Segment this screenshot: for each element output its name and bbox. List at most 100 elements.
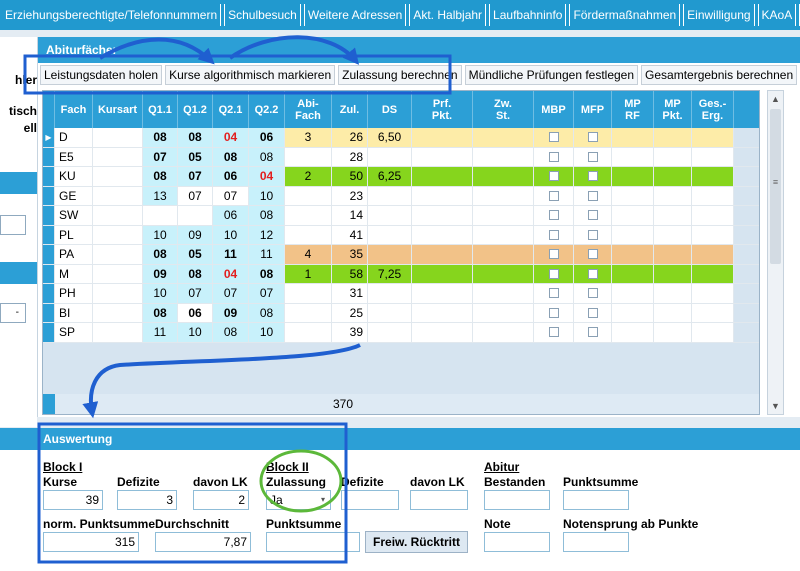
cell-mp-pkt[interactable] [654,225,692,244]
cell-mp-pkt[interactable] [654,167,692,186]
cell-ges-erg[interactable] [692,245,734,264]
freiw-ruecktritt-button[interactable]: Freiw. Rücktritt [365,531,468,553]
cell-grade[interactable]: 06 [178,303,213,322]
table-row[interactable]: E5 07 05 08 08 28 [43,147,759,167]
cell-fach[interactable]: KU [55,167,93,186]
cell-mp-rf[interactable] [612,284,654,303]
cell-ges-erg[interactable] [692,323,734,342]
norm-punktsumme-field[interactable]: 315 [43,532,139,552]
cell-mp-rf[interactable] [612,225,654,244]
cell-grade[interactable]: 07 [178,186,213,205]
cell-mfp[interactable] [574,167,612,186]
cell-mbp[interactable] [534,206,574,225]
cell-mfp[interactable] [574,264,612,283]
cell-mfp[interactable] [574,147,612,166]
cell-zul[interactable]: 41 [332,225,368,244]
cell-grade[interactable]: 08 [249,147,285,166]
cell-mp-pkt[interactable] [654,128,692,147]
cell-grade[interactable]: 04 [249,167,285,186]
column-header-zw[interactable]: Zw. St. [473,91,534,128]
row-selector[interactable] [43,303,55,322]
column-header-kursart[interactable]: Kursart [93,91,143,128]
table-row[interactable]: GE 13 07 07 10 23 [43,186,759,206]
cell-zw[interactable] [473,225,534,244]
cell-zul[interactable]: 26 [332,128,368,147]
column-header-q21[interactable]: Q2.1 [213,91,249,128]
cell-mfp[interactable] [574,245,612,264]
cell-grade[interactable]: 09 [143,264,178,283]
column-header-fach[interactable]: Fach [55,91,93,128]
table-row[interactable]: SW 06 08 14 [43,206,759,226]
cell-grade[interactable]: 10 [213,225,249,244]
cell-grade[interactable]: 10 [143,225,178,244]
cell-prf[interactable] [412,186,473,205]
cell-fach[interactable]: BI [55,303,93,322]
cell-kursart[interactable] [93,245,143,264]
lk-field[interactable]: 2 [193,490,249,510]
cell-ges-erg[interactable] [692,186,734,205]
row-selector[interactable] [43,167,55,186]
table-row[interactable]: PH 10 07 07 07 31 [43,284,759,304]
row-selector[interactable] [43,186,55,205]
cell-mfp[interactable] [574,323,612,342]
row-selector[interactable] [43,323,55,342]
checkbox[interactable] [587,327,598,338]
cell-grade[interactable]: 11 [249,245,285,264]
cell-zul[interactable]: 28 [332,147,368,166]
top-tab[interactable]: Weitere Adressen [303,4,407,26]
cell-abifach[interactable] [285,186,332,205]
cell-abifach[interactable] [285,225,332,244]
cell-ges-erg[interactable] [692,167,734,186]
toolbar-button[interactable]: Mündliche Prüfungen festlegen [464,65,639,85]
cell-prf[interactable] [412,147,473,166]
cell-mp-pkt[interactable] [654,147,692,166]
checkbox[interactable] [587,307,598,318]
column-header-mfp[interactable]: MFP [574,91,612,128]
cell-ds[interactable] [368,323,412,342]
cell-abifach[interactable]: 2 [285,167,332,186]
cell-ges-erg[interactable] [692,284,734,303]
durchschnitt-field[interactable]: 7,87 [155,532,251,552]
cell-prf[interactable] [412,323,473,342]
cell-kursart[interactable] [93,264,143,283]
cell-abifach[interactable]: 1 [285,264,332,283]
cell-mp-pkt[interactable] [654,206,692,225]
cell-mp-rf[interactable] [612,245,654,264]
cell-zul[interactable]: 23 [332,186,368,205]
cell-grade[interactable]: 12 [249,225,285,244]
cell-grade[interactable]: 08 [249,206,285,225]
cell-mp-rf[interactable] [612,186,654,205]
checkbox[interactable] [587,132,598,143]
cell-abifach[interactable] [285,303,332,322]
cell-grade[interactable]: 08 [143,128,178,147]
cell-ds[interactable] [368,206,412,225]
column-header-mbp[interactable]: MBP [534,91,574,128]
cell-ds[interactable]: 6,50 [368,128,412,147]
table-row[interactable]: KU 08 07 06 04 2 50 6,25 [43,167,759,187]
cell-grade[interactable]: 05 [178,147,213,166]
cell-zul[interactable]: 50 [332,167,368,186]
checkbox[interactable] [548,327,559,338]
cell-mfp[interactable] [574,186,612,205]
row-selector[interactable] [43,225,55,244]
cell-abifach[interactable] [285,206,332,225]
grid-vertical-scrollbar[interactable]: ▲ ≡ ▼ [767,90,784,415]
top-tab[interactable]: Schulbesuch [224,4,301,26]
cell-mp-pkt[interactable] [654,284,692,303]
cell-mfp[interactable] [574,206,612,225]
cell-fach[interactable]: PL [55,225,93,244]
cell-abifach[interactable] [285,147,332,166]
cell-prf[interactable] [412,264,473,283]
cell-zw[interactable] [473,128,534,147]
row-selector[interactable] [43,147,55,166]
cell-grade[interactable] [178,206,213,225]
cell-grade[interactable] [143,206,178,225]
column-header-abifach[interactable]: Abi- Fach [285,91,332,128]
cell-mp-rf[interactable] [612,167,654,186]
cell-grade[interactable]: 10 [249,186,285,205]
cell-ges-erg[interactable] [692,147,734,166]
toolbar-button[interactable]: Gesamtergebnis berechnen [641,65,798,85]
cell-prf[interactable] [412,167,473,186]
cell-zul[interactable]: 58 [332,264,368,283]
cell-mp-rf[interactable] [612,147,654,166]
